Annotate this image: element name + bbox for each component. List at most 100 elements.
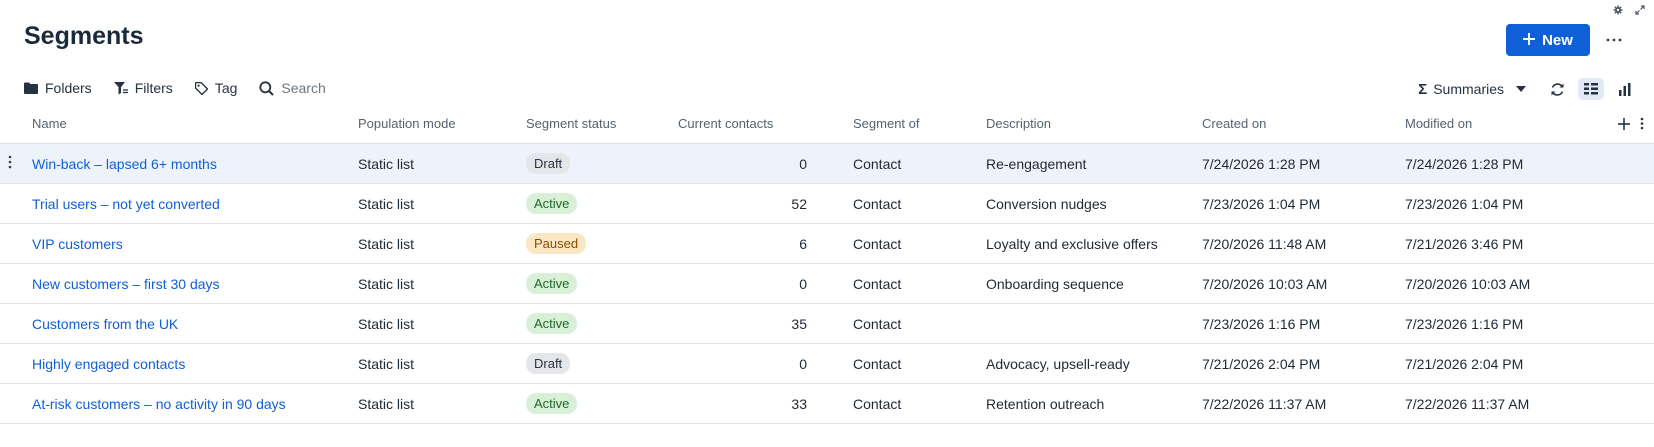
tag-icon [194, 81, 208, 95]
more-icon [1606, 38, 1622, 42]
search-placeholder: Search [281, 80, 326, 96]
segment-name-link[interactable]: At-risk customers – no activity in 90 da… [32, 396, 286, 412]
status-badge: Active [526, 313, 578, 334]
modified-on-cell: 7/23/2026 1:16 PM [1405, 315, 1524, 332]
sigma-icon: Σ [1418, 80, 1428, 98]
modified-on-cell: 7/21/2026 3:46 PM [1405, 235, 1524, 252]
refresh-icon[interactable] [1544, 78, 1570, 100]
folders-button[interactable]: Folders [24, 80, 92, 96]
table-row[interactable]: VIP customers Static list Paused 6 Contact Lo… [0, 224, 1654, 264]
table-row[interactable]: Trial users – not yet converted Static li… [0, 184, 1654, 224]
new-button-label: New [1542, 31, 1573, 49]
population-mode-cell: Static list [358, 395, 415, 412]
status-cell: Draft [494, 153, 678, 174]
description-cell: Conversion nudges [986, 195, 1107, 212]
list-view-icon[interactable] [1578, 78, 1604, 100]
more-actions-button[interactable] [1600, 28, 1628, 52]
population-mode-cell: Static list [358, 355, 415, 372]
header-segment-status[interactable]: Segment status [494, 116, 678, 131]
chevron-down-icon [1516, 86, 1526, 92]
description-cell: Advocacy, upsell-ready [986, 355, 1130, 372]
search-input[interactable]: Search [259, 80, 326, 96]
view-toolbar: Σ Summaries [1418, 77, 1638, 101]
population-mode-cell: Static list [358, 195, 415, 212]
table-row[interactable]: Highly engaged contacts Static list Draft 0… [0, 344, 1654, 384]
tag-label: Tag [214, 80, 238, 96]
summaries-dropdown[interactable]: Σ Summaries [1418, 81, 1526, 98]
created-on-cell: 7/23/2026 1:04 PM [1202, 195, 1321, 212]
modified-on-cell: 7/22/2026 11:37 AM [1405, 395, 1530, 412]
bar-chart-icon[interactable] [1612, 78, 1638, 100]
population-mode-cell: Static list [358, 155, 415, 172]
status-badge: Draft [526, 353, 571, 374]
segment-name-link[interactable]: Win-back – lapsed 6+ months [32, 156, 217, 172]
status-cell: Active [494, 393, 678, 414]
table-row[interactable]: New customers – first 30 days Static list… [0, 264, 1654, 304]
description-cell: Onboarding sequence [986, 275, 1124, 292]
filter-icon [113, 81, 128, 94]
segment-of-cell: Contact [853, 275, 902, 292]
current-contacts-cell: 6 [799, 235, 807, 252]
status-cell: Active [494, 313, 678, 334]
modified-on-cell: 7/21/2026 2:04 PM [1405, 355, 1524, 372]
created-on-cell: 7/24/2026 1:28 PM [1202, 155, 1321, 172]
status-badge: Active [526, 193, 578, 214]
segment-name-link[interactable]: VIP customers [32, 236, 123, 252]
gear-icon[interactable] [1612, 4, 1624, 16]
current-contacts-cell: 0 [799, 275, 807, 292]
status-badge: Active [526, 273, 578, 294]
window-corner-controls [1612, 4, 1646, 16]
new-button[interactable]: New [1506, 24, 1590, 56]
status-badge: Active [526, 393, 578, 414]
created-on-cell: 7/23/2026 1:16 PM [1202, 315, 1321, 332]
status-cell: Active [494, 193, 678, 214]
created-on-cell: 7/20/2026 10:03 AM [1202, 275, 1328, 292]
header-current-contacts[interactable]: Current contacts [678, 116, 821, 131]
created-on-cell: 7/22/2026 11:37 AM [1202, 395, 1327, 412]
header-segment-of[interactable]: Segment of [821, 116, 954, 131]
header-description[interactable]: Description [954, 116, 1170, 131]
page-title: Segments [24, 22, 144, 50]
folder-icon [24, 82, 38, 94]
description-cell: Re-engagement [986, 155, 1087, 172]
modified-on-cell: 7/20/2026 10:03 AM [1405, 275, 1531, 292]
segment-name-link[interactable]: Trial users – not yet converted [32, 196, 220, 212]
table-row[interactable]: Win-back – lapsed 6+ months Static list Dr… [0, 144, 1654, 184]
segment-name-link[interactable]: Highly engaged contacts [32, 356, 185, 372]
segment-of-cell: Contact [853, 315, 902, 332]
status-badge: Paused [526, 233, 587, 254]
plus-icon [1523, 32, 1536, 49]
population-mode-cell: Static list [358, 315, 415, 332]
tag-button[interactable]: Tag [194, 80, 238, 96]
segment-of-cell: Contact [853, 155, 902, 172]
filters-label: Filters [134, 80, 173, 96]
current-contacts-cell: 0 [799, 155, 807, 172]
header-actions [1551, 117, 1654, 130]
status-badge: Draft [526, 153, 571, 174]
segment-name-link[interactable]: Customers from the UK [32, 316, 178, 332]
table-row[interactable]: Customers from the UK Static list Active 35… [0, 304, 1654, 344]
created-on-cell: 7/21/2026 2:04 PM [1202, 355, 1321, 372]
table-header: Name Population mode Segment status Curr… [0, 104, 1654, 144]
segment-of-cell: Contact [853, 195, 902, 212]
filters-button[interactable]: Filters [113, 80, 173, 96]
segments-table: Name Population mode Segment status Curr… [0, 104, 1654, 424]
column-menu-icon[interactable] [1640, 117, 1644, 130]
description-cell: Loyalty and exclusive offers [986, 235, 1158, 252]
current-contacts-cell: 35 [791, 315, 807, 332]
add-column-icon[interactable] [1618, 117, 1630, 130]
current-contacts-cell: 52 [791, 195, 807, 212]
header-population-mode[interactable]: Population mode [326, 116, 494, 131]
status-cell: Draft [494, 353, 678, 374]
segment-of-cell: Contact [853, 395, 902, 412]
current-contacts-cell: 0 [799, 355, 807, 372]
modified-on-cell: 7/23/2026 1:04 PM [1405, 195, 1524, 212]
expand-icon[interactable] [1634, 4, 1646, 16]
table-row[interactable]: At-risk customers – no activity in 90 da… [0, 384, 1654, 424]
search-icon [259, 80, 275, 96]
header-name[interactable]: Name [0, 116, 326, 131]
header-created-on[interactable]: Created on [1170, 116, 1373, 131]
header-modified-on[interactable]: Modified on [1373, 116, 1551, 131]
row-drag-handle-icon[interactable] [8, 155, 16, 173]
segment-name-link[interactable]: New customers – first 30 days [32, 276, 220, 292]
